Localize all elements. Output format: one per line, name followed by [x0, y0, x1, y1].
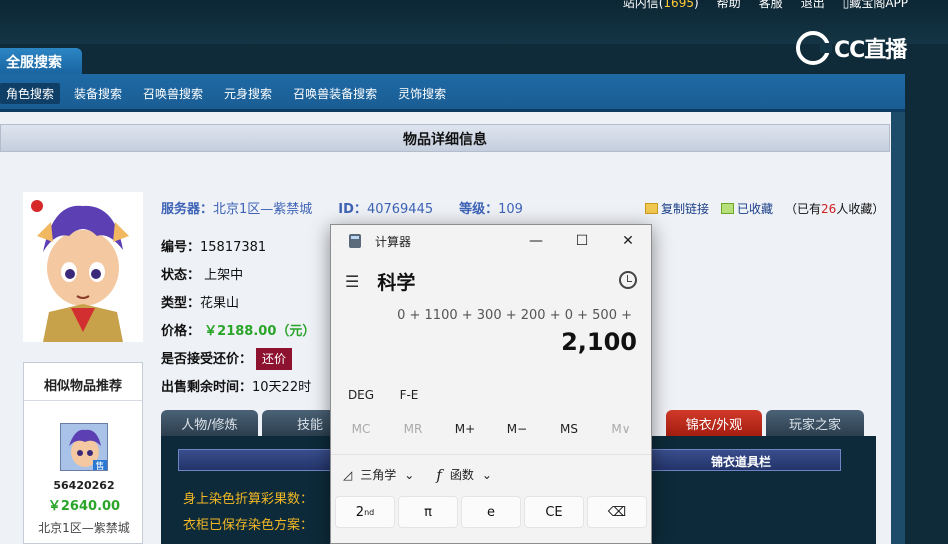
similar-item-server: 北京1区—紫禁城 [38, 521, 130, 535]
logout-link[interactable]: 退出 [801, 0, 825, 11]
service-link[interactable]: 客服 [759, 0, 783, 11]
angle-row: DEG F-E [331, 378, 651, 412]
minimize-icon[interactable]: — [513, 225, 559, 257]
nav-pet-equip-search[interactable]: 召唤兽装备搜索 [283, 83, 387, 104]
similar-item-portrait-icon: 售 [61, 424, 107, 471]
help-link[interactable]: 帮助 [717, 0, 741, 11]
chevron-down-icon: ⌄ [404, 467, 415, 482]
top-bar: 站内信(1695) 帮助 客服 退出 ▯藏宝阁APP CC直播 [0, 0, 948, 65]
code-row: 编号：15817381 [161, 240, 267, 255]
status-row: 状态： 上架中 [161, 268, 244, 283]
calculator-expression: 0 + 1100 + 300 + 200 + 0 + 500 + [397, 308, 632, 323]
cc-live-logo: CC直播 [796, 30, 920, 66]
triangle-icon: ◿ [343, 467, 353, 482]
item-details: 编号：15817381 状态： 上架中 类型：花果山 价格： ￥2188.00（… [161, 234, 315, 402]
item-actions: 复制链接 已收藏 （已有26人收藏） [645, 200, 884, 217]
trigonometry-dropdown[interactable]: ◿ 三角学 ⌄ [343, 466, 414, 483]
search-nav: 角色搜索 装备搜索 召唤兽搜索 元身搜索 召唤兽装备搜索 灵饰搜索 [0, 74, 905, 112]
function-dropdown[interactable]: f 函数 ⌄ [436, 466, 492, 484]
remaining-time-row: 出售剩余时间：10天22时 [161, 380, 312, 395]
saved-dye-schemes-label: 衣柜已保存染色方案： [183, 518, 314, 533]
deg-button[interactable]: DEG [337, 388, 385, 402]
window-controls: — ☐ ✕ [513, 225, 651, 257]
tab-outfit[interactable]: 锦衣/外观 [666, 410, 762, 436]
app-link[interactable]: ▯藏宝阁APP [843, 0, 908, 11]
cc-logo-mark-icon [796, 31, 832, 65]
calculator-mode: 科学 [377, 271, 416, 294]
nav-equip-search[interactable]: 装备搜索 [64, 83, 132, 104]
clear-entry-key[interactable]: CE [524, 496, 584, 528]
history-icon[interactable] [619, 271, 637, 289]
similar-items-panel: 相似物品推荐 售 56420262 ￥2640.00 北京1区—紫禁城 [23, 362, 143, 544]
server-info: 服务器：北京1区—紫禁城 [161, 202, 313, 217]
svg-text:售: 售 [95, 460, 104, 471]
similar-item-thumbnail[interactable]: 售 [60, 423, 108, 471]
similar-items-title: 相似物品推荐 [24, 363, 142, 401]
panel-title: 物品详细信息 [0, 124, 890, 152]
character-portrait-icon [31, 200, 129, 342]
similar-item-id[interactable]: 56420262 [24, 479, 144, 492]
ms-button[interactable]: MS [543, 422, 595, 436]
backspace-icon[interactable]: ⌫ [587, 496, 647, 528]
counter-offer-row: 是否接受还价： 还价 [161, 346, 315, 374]
calculator-titlebar[interactable]: 计算器 — ☐ ✕ [331, 225, 651, 257]
calculator-window: 计算器 — ☐ ✕ ☰ 科学 0 + 1100 + 300 + 200 + 0 … [330, 224, 652, 544]
calculator-mode-row: ☰ 科学 [331, 257, 651, 305]
mr-button[interactable]: MR [387, 422, 439, 436]
cc-logo-text: CC直播 [834, 38, 907, 63]
saved-button[interactable]: 已收藏 [721, 200, 773, 217]
copy-link-icon [645, 203, 658, 214]
item-summary: 服务器：北京1区—紫禁城 ID：40769445 等级：109 [161, 198, 523, 217]
level-info: 等级：109 [459, 202, 523, 217]
nav-role-search[interactable]: 角色搜索 [0, 83, 61, 104]
calculator-app-icon [349, 234, 361, 248]
favorite-add-icon [721, 203, 735, 214]
copy-link-button[interactable]: 复制链接 [645, 200, 709, 217]
calculator-keypad: 2nd π e CE ⌫ [331, 494, 651, 530]
fe-button[interactable]: F-E [385, 388, 433, 402]
character-avatar [23, 192, 143, 342]
close-icon[interactable]: ✕ [605, 225, 651, 257]
tab-character[interactable]: 人物/修炼 [161, 410, 258, 436]
e-key[interactable]: e [461, 496, 521, 528]
mc-button[interactable]: MC [335, 422, 387, 436]
id-info: ID：40769445 [338, 202, 434, 217]
tab-player-home[interactable]: 玩家之家 [766, 410, 864, 436]
menu-icon[interactable]: ☰ [345, 272, 359, 291]
type-row: 类型：花果山 [161, 296, 240, 311]
function-icon: f [436, 465, 442, 484]
top-links: 站内信(1695) 帮助 客服 退出 ▯藏宝阁APP [623, 0, 908, 11]
calculator-display: 2,100 [561, 328, 637, 356]
nav-pet-search[interactable]: 召唤兽搜索 [133, 83, 213, 104]
m-plus-button[interactable]: M+ [439, 422, 491, 436]
outfit-items-bar-title: 锦衣道具栏 [641, 449, 841, 471]
counter-offer-button[interactable]: 还价 [256, 348, 293, 370]
messages-link[interactable]: 站内信(1695) [623, 0, 699, 11]
maximize-icon[interactable]: ☐ [559, 225, 605, 257]
second-key[interactable]: 2nd [335, 496, 395, 528]
calculator-title: 计算器 [375, 234, 412, 249]
memory-list-button[interactable]: M∨ [595, 422, 647, 436]
m-minus-button[interactable]: M− [491, 422, 543, 436]
all-server-search-tab[interactable]: 全服搜索 [0, 48, 82, 74]
price-row: 价格： ￥2188.00（元） [161, 324, 316, 339]
chevron-down-icon: ⌄ [481, 467, 492, 482]
function-row: ◿ 三角学 ⌄ f 函数 ⌄ [331, 454, 651, 494]
memory-row: MC MR M+ M− MS M∨ [331, 412, 651, 446]
similar-item-price: ￥2640.00 [47, 499, 121, 514]
nav-ornament-search[interactable]: 灵饰搜索 [388, 83, 456, 104]
favorite-count: （已有26人收藏） [785, 202, 885, 216]
pi-key[interactable]: π [398, 496, 458, 528]
nav-body-search[interactable]: 元身搜索 [214, 83, 282, 104]
dye-fruit-count-label: 身上染色折算彩果数： [183, 492, 314, 507]
